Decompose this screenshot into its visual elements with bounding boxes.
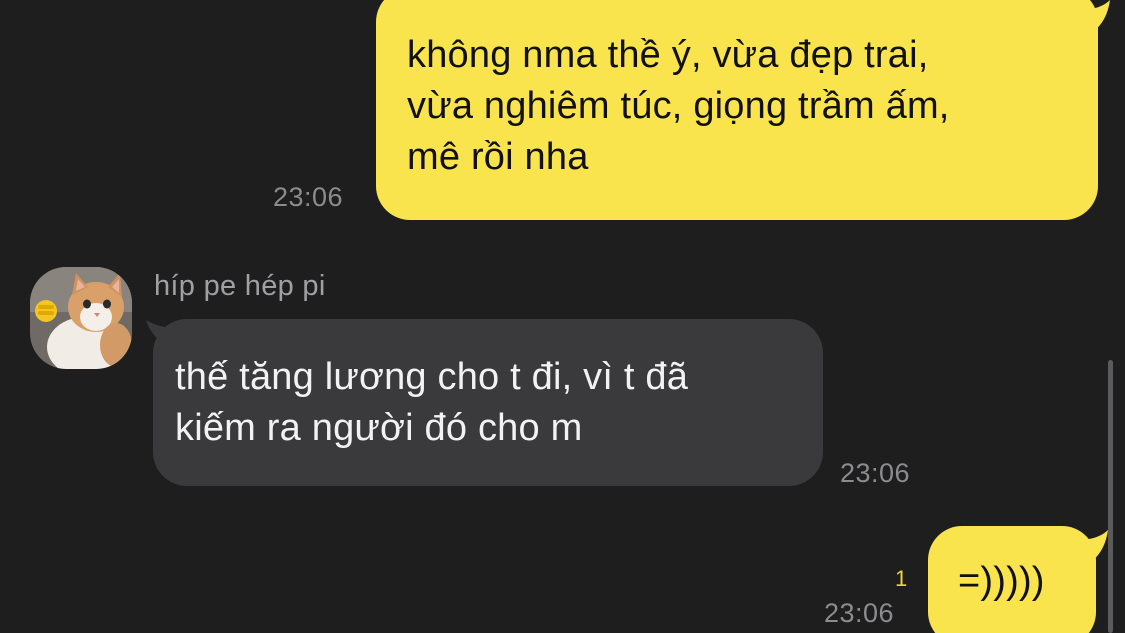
message-text-line: mê rồi nha	[407, 136, 589, 178]
message-timestamp: 23:06	[824, 598, 895, 628]
message-text-line: =)))))	[958, 560, 1045, 602]
unread-count: 1	[895, 566, 908, 591]
message-text-line: vừa nghiêm túc, giọng trầm ấm,	[407, 85, 950, 127]
cat-avatar-icon	[30, 267, 132, 369]
message-bubble[interactable]: =)))))	[928, 526, 1096, 633]
scrollbar[interactable]	[1108, 360, 1113, 633]
sender-name: híp pe hép pi	[154, 270, 326, 302]
chat-message-list[interactable]: không nma thề ý, vừa đẹp trai, vừa nghiê…	[0, 0, 1125, 633]
message-text-line: kiếm ra người đó cho m	[175, 407, 583, 449]
message-timestamp: 23:06	[840, 458, 911, 488]
message-timestamp: 23:06	[273, 182, 344, 212]
sender-avatar[interactable]	[30, 267, 132, 369]
message-bubble[interactable]: không nma thề ý, vừa đẹp trai, vừa nghiê…	[376, 0, 1098, 220]
message-text-line: không nma thề ý, vừa đẹp trai,	[407, 34, 929, 76]
message-bubble[interactable]: thế tăng lương cho t đi, vì t đã kiếm ra…	[153, 319, 823, 486]
message-text-line: thế tăng lương cho t đi, vì t đã	[175, 356, 689, 398]
